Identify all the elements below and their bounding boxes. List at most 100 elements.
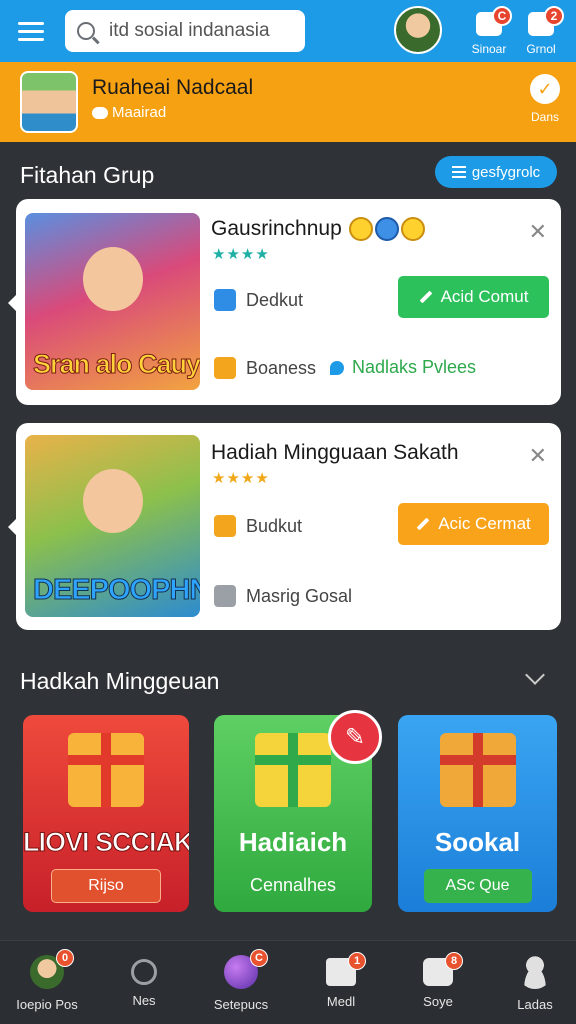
character-illustration xyxy=(83,247,143,311)
add-button[interactable]: Acid Comut xyxy=(398,276,549,318)
nav-badge: 1 xyxy=(348,952,366,970)
card-title: Gausrinchnup xyxy=(211,217,342,240)
nav-label: Soye xyxy=(423,994,453,1009)
chat-icon xyxy=(92,106,108,119)
reward-tile[interactable]: Sookal ASc Que xyxy=(398,715,557,912)
search-icon xyxy=(131,959,157,985)
badge-icon xyxy=(214,515,236,537)
message-icon: 2 xyxy=(528,6,564,36)
rating-stars: ★★★★ xyxy=(212,246,270,263)
search-icon xyxy=(77,22,95,40)
bonus-label: Boaness xyxy=(246,357,317,378)
chat-icon: 8 xyxy=(423,952,463,986)
nav-item-games[interactable]: C Setepucs xyxy=(196,949,286,1012)
coin-icons xyxy=(349,217,425,241)
detail-label: Dedkut xyxy=(246,289,304,310)
menu-icon[interactable] xyxy=(12,11,52,51)
search-input[interactable]: itd sosial indanasia xyxy=(65,10,305,52)
search-value: itd sosial indanasia xyxy=(109,20,270,41)
message-badge: 2 xyxy=(544,6,564,26)
coin-icon xyxy=(375,217,399,241)
tile-button-label: Rijso xyxy=(88,877,124,894)
nav-item-chat[interactable]: 8 Soye xyxy=(393,952,483,1009)
tile-title: Hadiaich xyxy=(238,827,348,857)
coin-icon xyxy=(349,217,373,241)
nav-item-mail[interactable]: 1 Medl xyxy=(296,952,386,1009)
group-thumbnail[interactable]: DEEPOOPHN xyxy=(25,435,200,617)
nav-item-account[interactable]: Ladas xyxy=(490,955,576,1012)
nav-badge: 8 xyxy=(445,952,463,970)
pencil-icon xyxy=(419,290,432,304)
notifications-button[interactable]: C Sinoar xyxy=(462,6,516,58)
filter-label: gesfygrolc xyxy=(471,163,541,181)
orb-icon: C xyxy=(224,949,268,989)
profile-action-button[interactable]: ✓ Dans xyxy=(530,74,560,124)
chat-box-icon xyxy=(214,289,236,311)
card-title: Hadiah Mingguaan Sakath xyxy=(211,441,459,464)
gift-icon xyxy=(255,733,331,807)
bell-icon: C xyxy=(476,6,512,36)
section-title-groups: Fitahan Grup xyxy=(20,162,155,188)
character-illustration xyxy=(83,469,143,533)
group-thumbnail[interactable]: Sran alo Cauy xyxy=(25,213,200,390)
reward-tile[interactable]: LIOVI SCCIAK Rijso xyxy=(23,715,189,912)
filter-button[interactable]: gesfygrolc xyxy=(435,156,557,188)
card-detail: Dedkut xyxy=(214,289,303,311)
nav-label: Medl xyxy=(326,994,356,1009)
card-bonus: Boaness xyxy=(214,357,316,379)
thumbnail-caption: DEEPOOPHN xyxy=(32,574,200,607)
tile-title: LIOVI SCCIAK xyxy=(23,827,189,858)
profile-banner[interactable]: Ruaheai Nadcaal Maairad ✓ Dans xyxy=(0,62,576,142)
nav-badge: 0 xyxy=(56,949,74,967)
nav-label: Setepucs xyxy=(213,997,269,1012)
group-card[interactable]: DEEPOOPHN Hadiah Mingguaan Sakath ★★★★ ✕… xyxy=(8,423,561,630)
tile-button[interactable]: Rijso xyxy=(51,869,161,903)
detail-label: Budkut xyxy=(246,515,303,536)
close-icon[interactable]: ✕ xyxy=(529,443,547,469)
grid-icon xyxy=(214,585,236,607)
nav-label: Nes xyxy=(132,993,156,1008)
messages-button[interactable]: 2 Grnol xyxy=(514,6,568,58)
profile-status: Maairad xyxy=(92,104,166,121)
close-icon[interactable]: ✕ xyxy=(529,219,547,245)
card-link[interactable]: Nadlaks Pvlees xyxy=(330,357,476,378)
mail-icon: 1 xyxy=(326,952,366,986)
rocket-icon xyxy=(330,360,344,375)
avatar-icon: 0 xyxy=(30,949,74,989)
tile-title: Sookal xyxy=(434,827,521,857)
add-button[interactable]: Acic Cermat xyxy=(398,503,549,545)
chevron-down-icon[interactable] xyxy=(525,665,545,685)
nav-badge: C xyxy=(250,949,268,967)
section-title-weekly: Hadkah Minggeuan xyxy=(20,668,220,694)
profile-name: Ruaheai Nadcaal xyxy=(92,76,254,99)
notifications-label: Sinoar xyxy=(471,42,507,56)
profile-avatar xyxy=(20,71,78,133)
messages-label: Grnol xyxy=(526,42,556,56)
tile-subtitle: Cennalhes xyxy=(249,875,337,895)
notification-badge: C xyxy=(492,6,512,26)
nav-item-search[interactable]: Nes xyxy=(99,955,189,1008)
add-button-label: Acid Comut xyxy=(440,287,529,306)
sliders-icon xyxy=(451,166,466,178)
tile-button-label: ASc Que xyxy=(445,877,510,894)
bottom-nav: 0 Ioepio Pos Nes C Setepucs 1 Medl 8 Soy… xyxy=(0,940,576,1024)
meta-label: Masrig Gosal xyxy=(246,585,353,606)
link-label: Nadlaks Pvlees xyxy=(352,357,477,377)
gift-icon xyxy=(439,733,516,807)
thumbnail-caption: Sran alo Cauy xyxy=(32,349,200,380)
user-avatar[interactable] xyxy=(394,6,442,54)
pencil-icon xyxy=(416,517,430,531)
group-card[interactable]: Sran alo Cauy Gausrinchnup ★★★★ ✕ Dedkut… xyxy=(8,199,561,405)
person-icon xyxy=(518,955,552,989)
card-detail: Budkut xyxy=(214,515,302,537)
tag-icon: ✎ xyxy=(328,710,382,764)
coin-icon xyxy=(401,217,425,241)
nav-item-profile[interactable]: 0 Ioepio Pos xyxy=(2,949,92,1012)
box-icon xyxy=(214,357,236,379)
tile-button[interactable]: ASc Que xyxy=(423,869,532,903)
nav-label: Ladas xyxy=(517,997,553,1012)
nav-label: Ioepio Pos xyxy=(16,997,78,1012)
check-icon: ✓ xyxy=(530,74,560,104)
add-button-label: Acic Cermat xyxy=(438,514,531,533)
card-meta: Masrig Gosal xyxy=(214,585,352,607)
